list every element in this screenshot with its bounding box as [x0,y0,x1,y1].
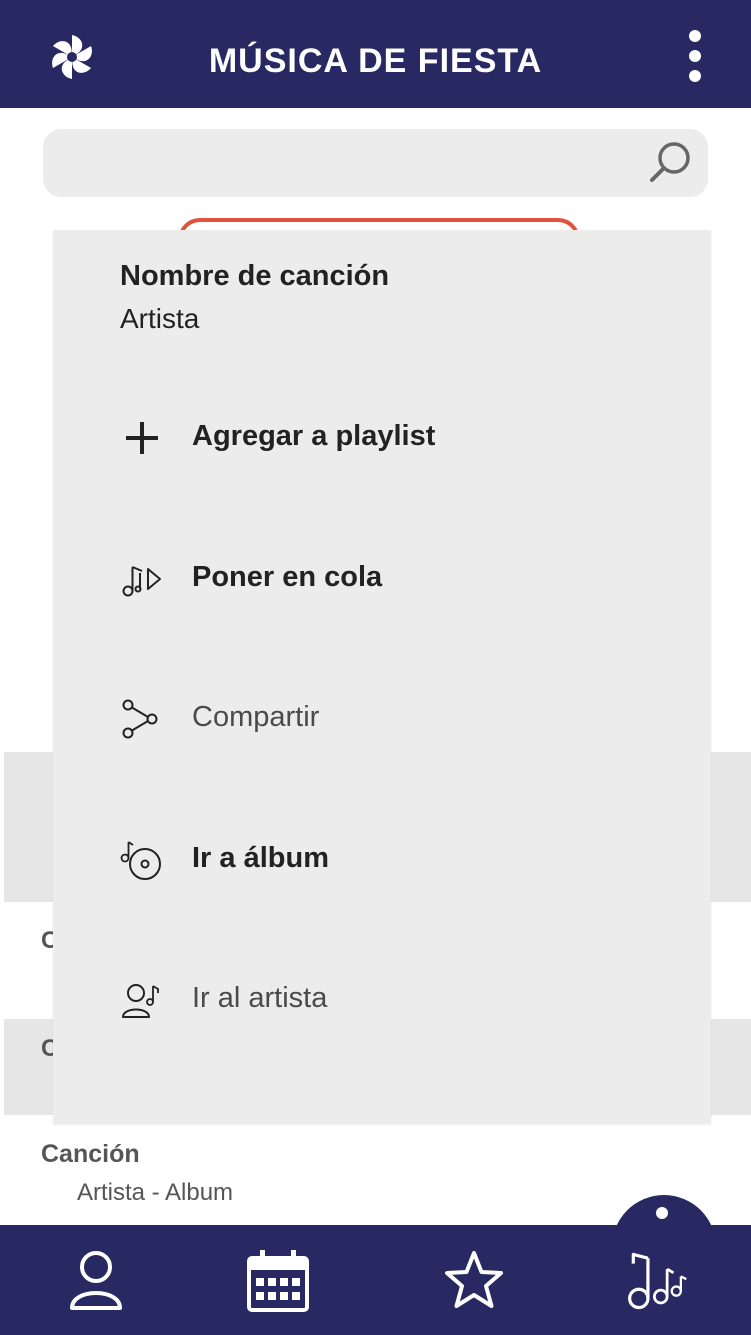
music-notes-icon[interactable] [626,1248,690,1314]
search-icon[interactable] [648,140,694,186]
menu-item-queue[interactable]: Poner en cola [120,549,680,609]
song-subtitle: Artista - Album [77,1179,234,1206]
list-item[interactable]: Canción Artista - Album [41,1140,233,1207]
share-icon [122,699,158,739]
kebab-menu-icon[interactable] [680,28,710,84]
calendar-icon[interactable] [246,1248,310,1314]
app-header: MÚSICA DE FIESTA [0,0,751,108]
plus-icon [126,422,158,454]
menu-item-label: Poner en cola [192,561,383,593]
star-icon[interactable] [442,1248,506,1314]
menu-item-label: Agregar a playlist [192,420,436,452]
search-bar[interactable] [43,129,708,197]
artist-icon [122,984,159,1018]
menu-item-label: Ir a álbum [192,842,329,874]
menu-item-share[interactable]: Compartir [120,689,680,749]
active-dot [656,1207,668,1219]
song-title: Canción [41,1140,140,1168]
menu-item-go-to-album[interactable]: Ir a álbum [120,830,680,890]
menu-item-go-to-artist[interactable]: Ir al artista [120,970,680,1030]
album-icon [120,841,161,880]
menu-item-add-to-playlist[interactable]: Agregar a playlist [120,408,680,468]
queue-music-icon [122,566,161,597]
song-options-menu: Nombre de canción Artista Agregar a play… [53,230,711,1124]
page-title: MÚSICA DE FIESTA [208,42,543,80]
menu-item-label: Compartir [192,701,320,733]
menu-item-label: Ir al artista [192,982,328,1014]
menu-artist-name: Artista [120,303,200,334]
menu-song-name: Nombre de canción [120,260,390,292]
profile-icon[interactable] [64,1248,128,1314]
